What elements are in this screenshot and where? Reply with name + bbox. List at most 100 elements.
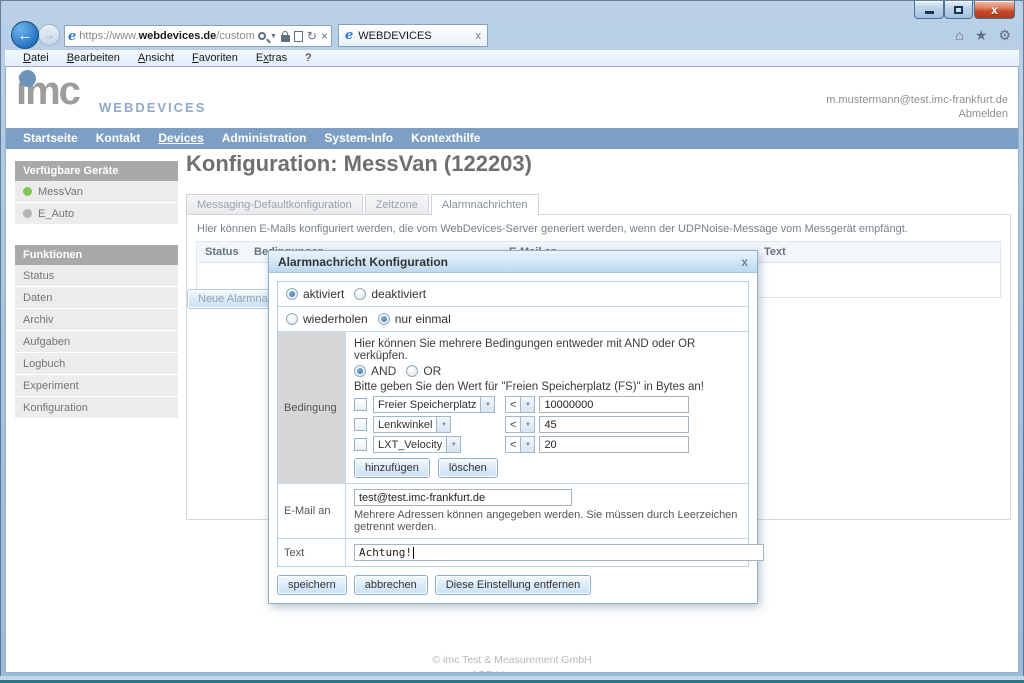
radio-icon[interactable] <box>378 313 390 325</box>
chevron-down-icon[interactable]: ▼ <box>480 397 494 412</box>
nav-kontakt[interactable]: Kontakt <box>87 128 150 149</box>
browser-back-button[interactable]: ← <box>11 21 39 49</box>
value-input[interactable]: 10000000 <box>539 396 689 413</box>
radio-or[interactable]: OR <box>406 364 441 378</box>
remove-setting-button[interactable]: Diese Einstellung entfernen <box>435 575 592 595</box>
page-viewport: imc WEBDEVICES m.mustermann@test.imc-fra… <box>5 66 1019 673</box>
operator-select[interactable]: <▼ <box>505 416 535 433</box>
nav-kontexthilfe[interactable]: Kontexthilfe <box>402 128 489 149</box>
chevron-down-icon[interactable]: ▼ <box>520 437 534 452</box>
operator-select[interactable]: <▼ <box>505 436 535 453</box>
radio-icon[interactable] <box>286 288 298 300</box>
tab-close-icon[interactable]: x <box>476 30 482 42</box>
radio-aktiviert[interactable]: aktiviert <box>286 287 344 301</box>
main-nav: Startseite Kontakt Devices Administratio… <box>6 128 1018 149</box>
text-label: Text <box>278 539 346 566</box>
radio-icon[interactable] <box>354 365 366 377</box>
save-button[interactable]: speichern <box>277 575 347 595</box>
compatibility-view-icon[interactable] <box>294 31 303 42</box>
status-dot-gray <box>23 209 32 218</box>
forward-icon: → <box>43 28 55 42</box>
value-input[interactable]: 45 <box>539 416 689 433</box>
condition-checkbox[interactable] <box>354 438 367 451</box>
channel-select[interactable]: LXT_Velocity▼ <box>373 436 461 453</box>
logo-dot-icon <box>19 70 36 87</box>
window-minimize-button[interactable] <box>914 1 944 19</box>
delete-condition-button[interactable]: löschen <box>438 458 498 478</box>
sidebar-item-experiment[interactable]: Experiment <box>15 375 178 397</box>
nav-devices[interactable]: Devices <box>149 128 212 149</box>
refresh-icon[interactable]: ↻ <box>307 30 317 42</box>
tab-favicon: e <box>345 29 353 42</box>
condition-checkbox[interactable] <box>354 418 367 431</box>
sidebar-item-archiv[interactable]: Archiv <box>15 309 178 331</box>
alarm-config-dialog: Alarmnachricht Konfiguration x aktiviert… <box>268 250 758 604</box>
condition-checkbox[interactable] <box>354 398 367 411</box>
chevron-down-icon[interactable]: ▼ <box>436 417 450 432</box>
user-email: m.mustermann@test.imc-frankfurt.de <box>826 93 1008 107</box>
browser-tab[interactable]: e WEBDEVICES x <box>338 24 488 47</box>
tab-alarmnachrichten[interactable]: Alarmnachrichten <box>431 194 539 216</box>
nav-startseite[interactable]: Startseite <box>14 128 87 149</box>
menu-ansicht[interactable]: Ansicht <box>129 52 183 64</box>
radio-deaktiviert[interactable]: deaktiviert <box>354 287 426 301</box>
menu-favoriten[interactable]: Favoriten <box>183 52 247 64</box>
sidebar-gap <box>15 225 178 245</box>
favorites-star-icon[interactable]: ★ <box>975 27 988 44</box>
chevron-down-icon[interactable]: ▼ <box>520 417 534 432</box>
lock-icon <box>281 35 290 42</box>
sidebar-device-messvan[interactable]: MessVan <box>15 181 178 203</box>
channel-select[interactable]: Freier Speicherplatz▼ <box>373 396 495 413</box>
dialog-close-icon[interactable]: x <box>741 255 748 269</box>
sidebar-item-logbuch[interactable]: Logbuch <box>15 353 178 375</box>
channel-select[interactable]: Lenkwinkel▼ <box>373 416 451 433</box>
search-icon[interactable] <box>258 32 266 40</box>
home-icon[interactable]: ⌂ <box>955 27 963 44</box>
sidebar-functions-header: Funktionen <box>15 245 178 265</box>
maximize-icon <box>954 6 963 14</box>
footer-links[interactable]: AGB | Impressum <box>6 668 1018 673</box>
radio-and[interactable]: AND <box>354 364 396 378</box>
radio-nur-einmal[interactable]: nur einmal <box>378 312 451 326</box>
search-dropdown-icon[interactable]: ▼ <box>270 33 277 40</box>
stop-icon[interactable]: × <box>321 30 328 42</box>
browser-forward-button[interactable]: → <box>38 24 60 46</box>
text-input[interactable]: Achtung! <box>354 544 764 561</box>
imc-logo[interactable]: imc <box>16 71 79 111</box>
url-text[interactable]: https://www.webdevices.de/customer/d <box>79 30 255 42</box>
add-condition-button[interactable]: hinzufügen <box>354 458 430 478</box>
nav-system-info[interactable]: System-Info <box>315 128 402 149</box>
chevron-down-icon[interactable]: ▼ <box>520 397 534 412</box>
sidebar-item-konfiguration[interactable]: Konfiguration <box>15 397 178 419</box>
dialog-titlebar[interactable]: Alarmnachricht Konfiguration x <box>269 251 757 273</box>
condition-row: LXT_Velocity▼ <▼ 20 <box>354 436 740 453</box>
window-maximize-button[interactable] <box>944 1 973 19</box>
col-status: Status <box>197 242 246 262</box>
value-input[interactable]: 20 <box>539 436 689 453</box>
email-label: E-Mail an <box>278 484 346 538</box>
tab-messaging-defaultkonfiguration[interactable]: Messaging-Defaultkonfiguration <box>186 194 363 215</box>
sidebar-item-daten[interactable]: Daten <box>15 287 178 309</box>
window-close-button[interactable]: x <box>974 1 1015 19</box>
nav-administration[interactable]: Administration <box>213 128 316 149</box>
radio-icon[interactable] <box>406 365 418 377</box>
menu-datei[interactable]: Datei <box>14 52 58 64</box>
cancel-button[interactable]: abbrechen <box>354 575 428 595</box>
menu-bearbeiten[interactable]: Bearbeiten <box>58 52 129 64</box>
email-input[interactable]: test@test.imc-frankfurt.de <box>354 489 572 506</box>
chevron-down-icon[interactable]: ▼ <box>446 437 460 452</box>
radio-wiederholen[interactable]: wiederholen <box>286 312 368 326</box>
radio-icon[interactable] <box>286 313 298 325</box>
gear-icon[interactable]: ⚙ <box>998 27 1011 44</box>
sidebar-device-eauto[interactable]: E_Auto <box>15 203 178 225</box>
sidebar-item-aufgaben[interactable]: Aufgaben <box>15 331 178 353</box>
operator-select[interactable]: <▼ <box>505 396 535 413</box>
dialog-title: Alarmnachricht Konfiguration <box>278 255 448 269</box>
menu-extras[interactable]: Extras <box>247 52 296 64</box>
radio-icon[interactable] <box>354 288 366 300</box>
tab-zeitzone[interactable]: Zeitzone <box>365 194 429 215</box>
logout-link[interactable]: Abmelden <box>826 107 1008 121</box>
menu-help[interactable]: ? <box>296 52 320 64</box>
sidebar-item-status[interactable]: Status <box>15 265 178 287</box>
address-bar[interactable]: e https://www.webdevices.de/customer/d ▼… <box>64 25 332 47</box>
